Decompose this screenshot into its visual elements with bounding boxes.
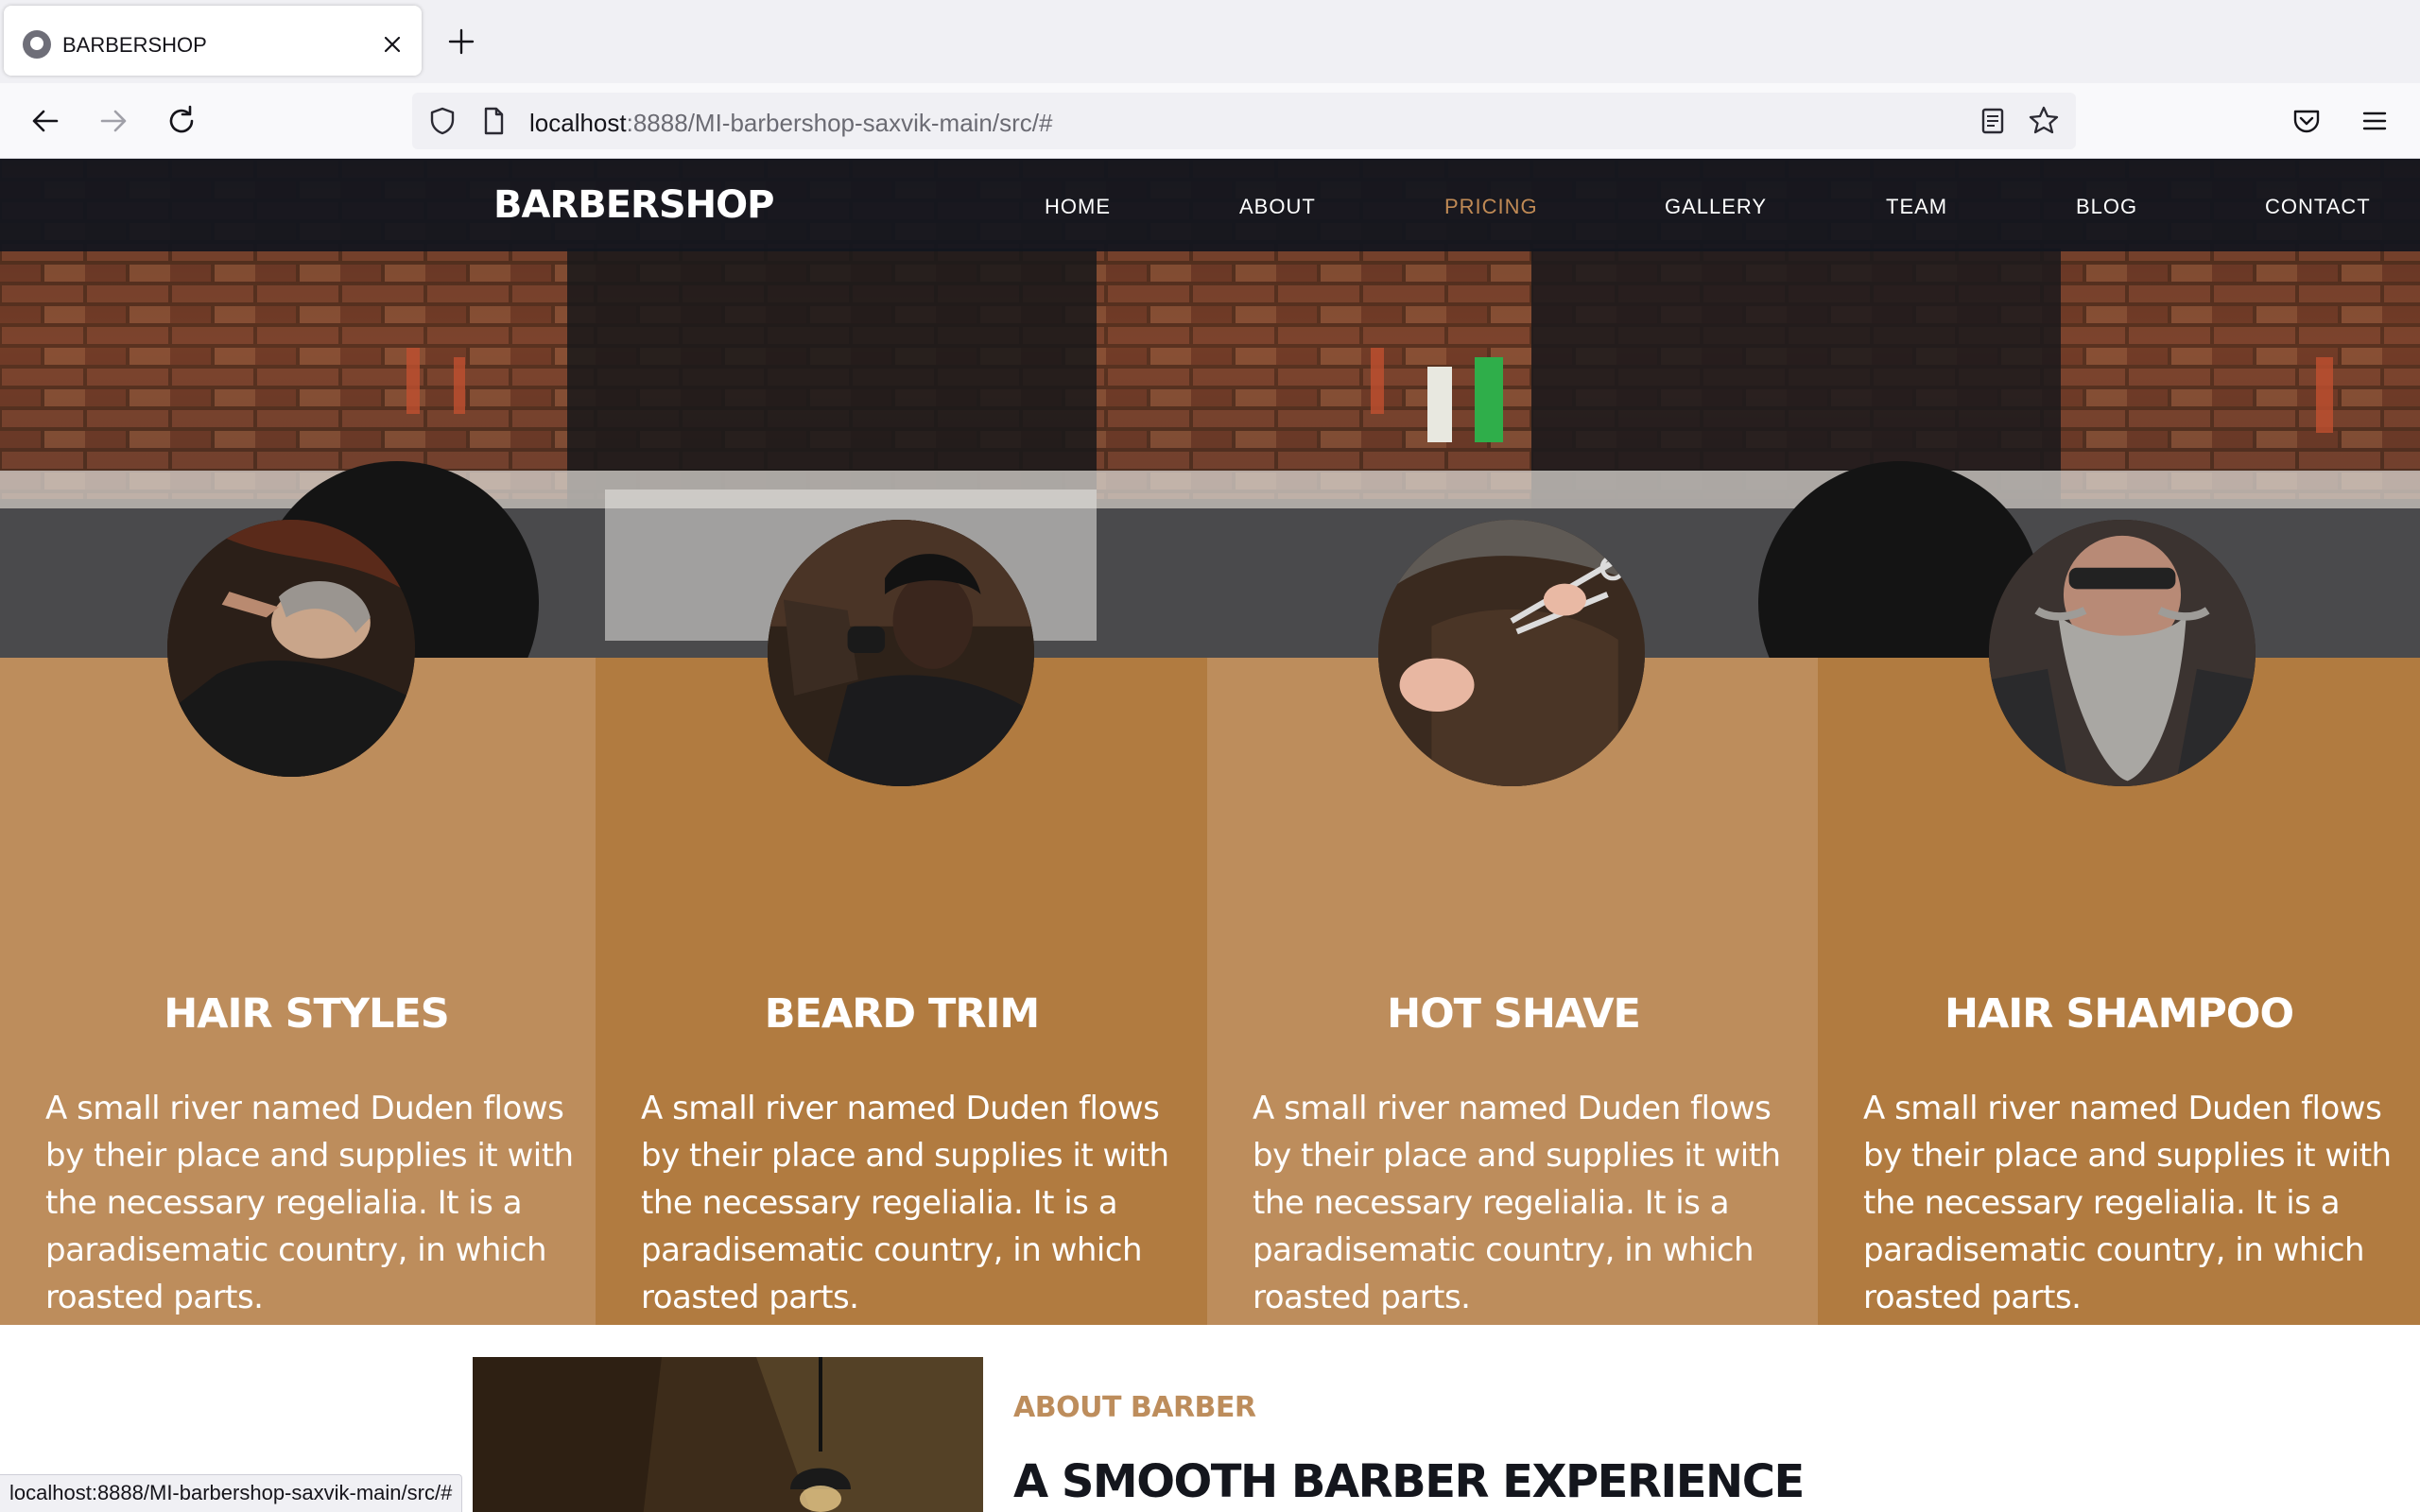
- navigation-toolbar: localhost:8888/MI-barbershop-saxvik-main…: [0, 83, 2420, 159]
- hair-styles-photo: [167, 520, 415, 777]
- forward-icon[interactable]: [95, 102, 132, 140]
- beard-trim-photo: [768, 520, 1034, 786]
- nav-team[interactable]: TEAM: [1886, 195, 1947, 219]
- service-title: HOT SHAVE: [1387, 990, 1641, 1038]
- shield-icon[interactable]: [425, 104, 459, 138]
- reader-view-icon[interactable]: [1976, 104, 2010, 138]
- nav-gallery[interactable]: GALLERY: [1665, 195, 1767, 219]
- nav-blog[interactable]: BLOG: [2076, 195, 2137, 219]
- nav-about[interactable]: ABOUT: [1239, 195, 1316, 219]
- service-description: A small river named Duden flows by their…: [641, 1090, 1169, 1316]
- browser-window: BARBERSHOP localhost:8888/MI-barbershop-…: [0, 0, 2420, 1512]
- about-heading: A SMOOTH BARBER EXPERIENCE: [1013, 1455, 1805, 1508]
- hair-shampoo-photo: [1989, 520, 2256, 786]
- service-description: A small river named Duden flows by their…: [45, 1090, 574, 1316]
- bookmark-star-icon[interactable]: [2027, 104, 2061, 138]
- about-kicker: ABOUT BARBER: [1013, 1391, 1256, 1424]
- service-title: BEARD TRIM: [764, 990, 1040, 1038]
- reload-icon[interactable]: [163, 102, 200, 140]
- url-bar[interactable]: localhost:8888/MI-barbershop-saxvik-main…: [412, 93, 2076, 149]
- site-navbar: BARBERSHOP HOME ABOUT PRICING GALLERY TE…: [0, 159, 2420, 251]
- nav-pricing[interactable]: PRICING: [1444, 195, 1538, 219]
- service-description: A small river named Duden flows by their…: [1253, 1090, 1781, 1316]
- url-host: localhost: [529, 109, 627, 137]
- website: BARBERSHOP HOME ABOUT PRICING GALLERY TE…: [0, 159, 2420, 1512]
- menu-icon[interactable]: [2356, 102, 2394, 140]
- url-path: :8888/MI-barbershop-saxvik-main/src/#: [626, 109, 1053, 137]
- browser-tab[interactable]: BARBERSHOP: [4, 6, 422, 76]
- about-barber-image: [473, 1357, 983, 1512]
- nav-home[interactable]: HOME: [1045, 195, 1111, 219]
- page-icon: [484, 107, 504, 135]
- site-logo[interactable]: BARBERSHOP: [493, 183, 774, 227]
- nav-contact[interactable]: CONTACT: [2265, 195, 2371, 219]
- tab-title: BARBERSHOP: [62, 33, 207, 57]
- new-tab-icon[interactable]: [444, 25, 478, 59]
- url-text: localhost:8888/MI-barbershop-saxvik-main…: [529, 109, 1052, 138]
- service-description: A small river named Duden flows by their…: [1863, 1090, 2392, 1316]
- service-title: HAIR SHAMPOO: [1945, 990, 2294, 1038]
- close-icon[interactable]: [378, 30, 406, 59]
- status-bar-link: localhost:8888/MI-barbershop-saxvik-main…: [0, 1474, 463, 1512]
- hot-shave-photo: [1378, 520, 1645, 786]
- back-icon[interactable]: [26, 102, 64, 140]
- pocket-icon[interactable]: [2288, 102, 2325, 140]
- service-title: HAIR STYLES: [164, 990, 450, 1038]
- tab-strip: BARBERSHOP: [0, 0, 2420, 83]
- favicon-icon: [23, 30, 51, 59]
